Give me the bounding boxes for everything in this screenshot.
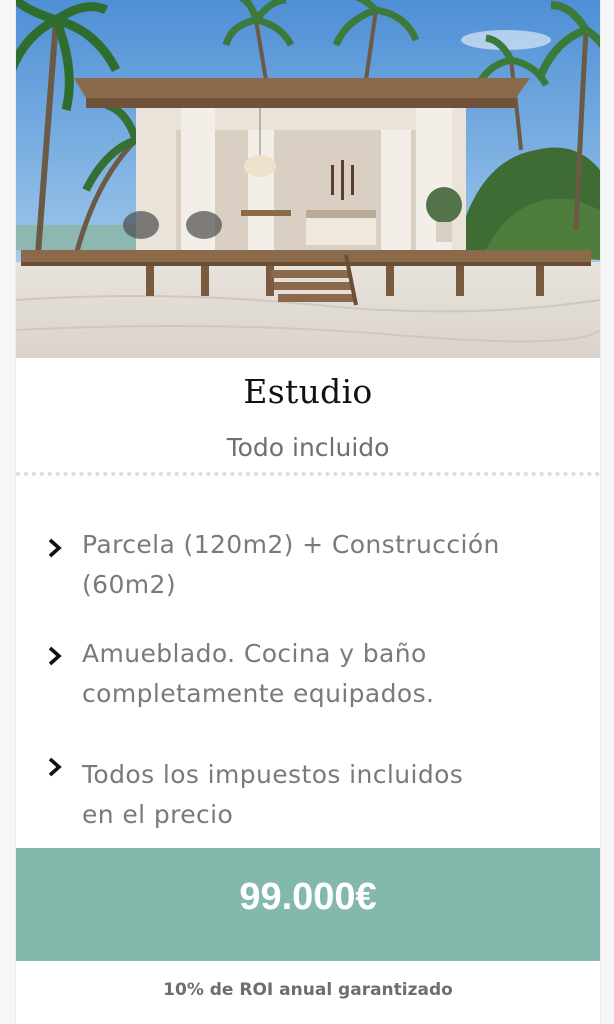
pricing-card: Estudio Todo incluido Parcela (120m2) + … xyxy=(15,0,601,1024)
dotted-divider xyxy=(16,472,600,476)
feature-line: Parcela (120m2) + Construcción xyxy=(82,530,500,559)
feature-line: (60m2) xyxy=(82,570,176,599)
chevron-right-icon xyxy=(48,757,62,777)
feature-text: Amueblado. Cocina y baño completamente e… xyxy=(82,634,562,714)
feature-line: Todos los impuestos incluidos xyxy=(82,760,464,789)
feature-line: en el precio xyxy=(82,800,234,829)
plan-title: Estudio xyxy=(243,372,373,411)
feature-text: Parcela (120m2) + Construcción (60m2) xyxy=(82,525,562,605)
price-label: 99.000€ xyxy=(239,876,377,918)
chevron-right-icon xyxy=(48,646,62,666)
beach-bungalow-photo xyxy=(16,0,600,358)
chevron-right-icon xyxy=(48,538,62,558)
plan-subtitle: Todo incluido xyxy=(226,433,390,462)
feature-line: completamente equipados. xyxy=(82,679,435,708)
feature-line: Amueblado. Cocina y baño xyxy=(82,639,427,668)
feature-text: Todos los impuestos incluidos en el prec… xyxy=(82,755,562,835)
roi-note: 10% de ROI anual garantizado xyxy=(163,980,453,1000)
